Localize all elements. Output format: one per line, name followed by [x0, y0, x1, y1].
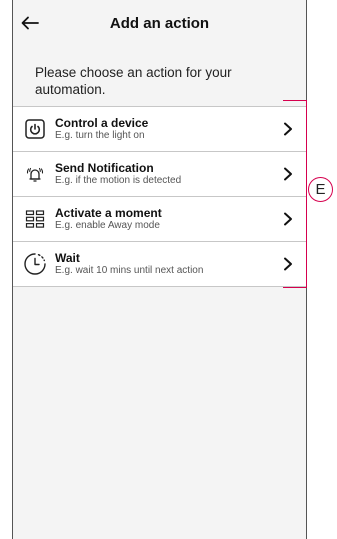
- action-title: Wait: [55, 251, 80, 265]
- action-subtitle: E.g. turn the light on: [55, 130, 145, 141]
- action-title: Control a device: [55, 116, 149, 130]
- description-text: Please choose an action for your automat…: [35, 65, 232, 97]
- action-item-activate-moment[interactable]: Activate a moment E.g. enable Away mode: [13, 197, 306, 242]
- power-icon: [23, 117, 47, 141]
- moment-grid-icon: [23, 207, 47, 231]
- page-title: Add an action: [109, 15, 210, 32]
- action-list: Control a device E.g. turn the light on: [13, 106, 306, 287]
- action-subtitle: E.g. if the motion is detected: [55, 175, 182, 186]
- action-subtitle: E.g. enable Away mode: [55, 220, 160, 231]
- action-item-send-notification[interactable]: Send Notification E.g. if the motion is …: [13, 152, 306, 197]
- action-item-control-device[interactable]: Control a device E.g. turn the light on: [13, 107, 306, 152]
- annotation-bracket: [283, 100, 307, 288]
- phone-screen: Add an action Please choose an action fo…: [12, 0, 307, 539]
- action-subtitle: E.g. wait 10 mins until next action: [55, 265, 204, 276]
- app-header: Add an action: [13, 0, 306, 50]
- action-title: Activate a moment: [55, 206, 162, 220]
- bell-icon: [23, 162, 47, 186]
- action-item-wait[interactable]: Wait E.g. wait 10 mins until next action: [13, 242, 306, 287]
- annotation-callout-label: E: [308, 177, 333, 202]
- timer-icon: [23, 252, 47, 276]
- action-title: Send Notification: [55, 161, 154, 175]
